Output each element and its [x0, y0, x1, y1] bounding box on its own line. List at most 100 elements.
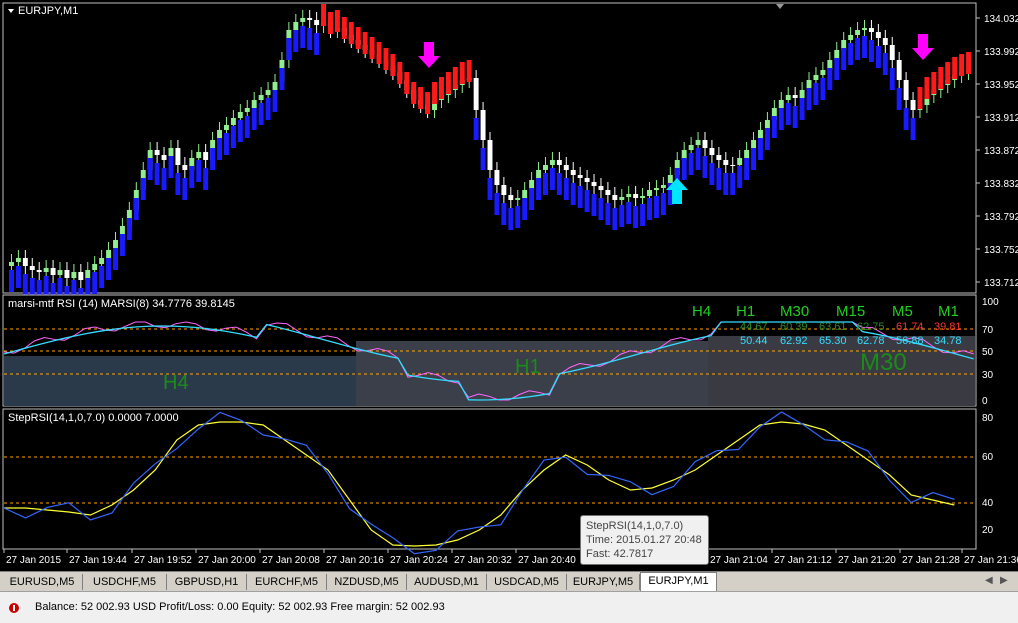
marsi-panel[interactable]: marsi-mtf RSI (14) MARSI(8) 34.7776 39.8…	[2, 294, 977, 407]
band-bar	[848, 43, 854, 65]
band-bar	[716, 168, 722, 190]
candle	[36, 270, 42, 272]
main-chart[interactable]: EURJPY,M1	[2, 2, 977, 310]
band-bar	[279, 68, 285, 90]
steprsi-title: StepRSI(14,1,0,7.0) 0.0000 7.0000	[8, 412, 179, 424]
band-bar	[314, 33, 320, 55]
band-bar	[404, 72, 410, 94]
time-label: 27 Jan 20:32	[454, 555, 512, 566]
price-label: 133.712	[984, 278, 1018, 289]
marsi-scale-label: 70	[982, 325, 994, 336]
candle	[43, 268, 49, 272]
candle	[598, 186, 604, 190]
marsi-value: 65.30	[819, 335, 847, 347]
band-bar	[334, 10, 340, 32]
symbol-tab[interactable]: EURCHF,M5	[247, 574, 327, 590]
candle	[647, 190, 652, 196]
scroll-right-icon[interactable]: ▶	[1000, 575, 1008, 586]
timeframe-label: M15	[836, 303, 865, 320]
band-bar	[119, 234, 125, 256]
time-label: 27 Jan 21:36	[964, 555, 1018, 566]
band-bar	[938, 67, 944, 89]
candle	[223, 125, 229, 130]
symbol-tab[interactable]: AUDUSD,M1	[407, 574, 487, 590]
band-bar	[570, 183, 576, 205]
candle	[640, 196, 646, 198]
candle	[71, 272, 77, 278]
band-bar	[882, 53, 888, 75]
candle	[487, 140, 493, 170]
candle	[785, 95, 791, 100]
candle	[848, 35, 854, 40]
symbol-tab[interactable]: USDCHF,M5	[83, 574, 167, 590]
status-bar: Balance: 52 002.93 USD Profit/Loss: 0.00…	[0, 591, 1018, 623]
band-bar	[792, 106, 798, 128]
candle	[744, 150, 750, 158]
band-bar	[688, 153, 694, 175]
band-bar	[875, 46, 881, 68]
band-bar	[820, 78, 826, 100]
band-bar	[841, 48, 847, 70]
band-bar	[397, 62, 403, 84]
band-bar	[196, 160, 202, 182]
band-bar	[15, 266, 21, 288]
band-bar	[210, 148, 216, 170]
steprsi-panel[interactable]: StepRSI(14,1,0,7.0) 0.0000 7.0000	[2, 408, 977, 555]
band-bar	[425, 92, 431, 114]
candle	[265, 90, 271, 95]
steprsi-scale-label: 80	[982, 413, 994, 424]
time-label: 27 Jan 20:00	[198, 555, 256, 566]
band-bar	[924, 77, 930, 99]
candle	[50, 268, 56, 275]
candle	[543, 165, 548, 170]
band-bar	[140, 178, 146, 200]
band-bar	[168, 156, 174, 178]
band-bar	[959, 54, 965, 76]
band-bar	[903, 108, 909, 130]
marsi-axis: 100 70 50 30 0	[982, 297, 999, 407]
candle	[723, 160, 729, 165]
band-bar	[265, 98, 271, 120]
symbol-tab[interactable]: EURJPY,M5	[567, 574, 640, 590]
band-bar	[328, 12, 333, 34]
band-bar	[286, 38, 292, 60]
band-bar	[855, 38, 861, 60]
candle	[161, 155, 167, 160]
time-label: 27 Jan 2015	[6, 555, 61, 566]
band-bar	[22, 274, 28, 296]
band-bar	[99, 266, 105, 288]
candle	[494, 170, 500, 185]
price-label: 133.952	[984, 80, 1018, 91]
band-bar	[432, 82, 437, 104]
candle	[272, 82, 278, 90]
band-bar	[681, 158, 687, 180]
band-bar	[827, 68, 833, 90]
band-bar	[577, 186, 583, 208]
candle	[626, 194, 632, 197]
band-bar	[438, 77, 444, 99]
band-bar	[452, 67, 458, 89]
scroll-left-icon[interactable]: ◀	[985, 575, 993, 586]
steprsi-scale-label: 20	[982, 525, 994, 536]
price-label: 133.912	[984, 113, 1018, 124]
band-bar	[175, 173, 181, 195]
candle	[501, 185, 507, 195]
symbol-tab[interactable]: GBPUSD,H1	[167, 574, 247, 590]
symbol-tab[interactable]: NZDUSD,M5	[327, 574, 407, 590]
symbol-tab-bar: EURUSD,M5 USDCHF,M5 GBPUSD,H1 EURCHF,M5 NZDU…	[0, 571, 1018, 592]
symbol-tab[interactable]: EURUSD,M5	[2, 574, 83, 590]
band-bar	[605, 203, 611, 225]
candle	[716, 155, 722, 160]
account-icon	[8, 602, 20, 614]
candle	[653, 188, 659, 190]
band-bar	[217, 138, 222, 160]
band-bar	[966, 52, 971, 74]
band-bar	[223, 133, 229, 155]
band-bar	[889, 68, 895, 90]
marsi-value: 34.78	[934, 335, 962, 347]
marsi-value: 62.78	[857, 335, 885, 347]
symbol-tab[interactable]: USDCAD,M5	[487, 574, 567, 590]
symbol-tab[interactable]: EURJPY,M1	[640, 572, 717, 592]
price-label: 134.032	[984, 14, 1018, 25]
band-bar	[300, 26, 306, 48]
